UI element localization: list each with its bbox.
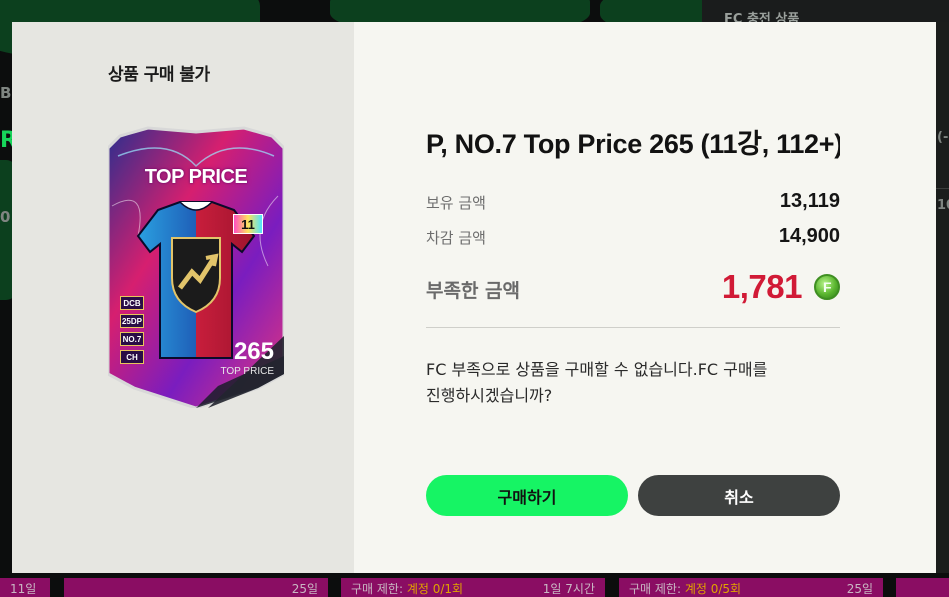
shortage-amount-number: 1,781 [721,268,803,305]
card-badge: CH [120,350,144,364]
bg-product-cell: 11일 [0,578,50,597]
owned-amount-value: 13,119 [779,190,840,212]
bg-product-cell: 구매 제한: 계정 0/5회 25일 [619,578,883,597]
bg-cell-text: 구매 제한: [351,582,407,596]
bg-cell-text: 구매 제한: [629,582,685,596]
modal-title: 상품 구매 불가 [108,65,210,85]
bg-edge-text: B [0,84,12,102]
bg-edge-text: 10 [937,198,949,213]
bg-product-cell: 25일 [64,578,328,597]
bg-edge-text: (- [937,130,949,145]
card-badges: DCB 25DP NO.7 CH [120,296,144,368]
product-name: P, NO.7 Top Price 265 (11강, 112+) [426,129,840,159]
bg-divider [936,188,949,189]
buy-button[interactable]: 구매하기 [426,475,628,516]
card-title: TOP PRICE [144,166,248,188]
card-badge: NO.7 [120,332,144,346]
modal-right-pane: P, NO.7 Top Price 265 (11강, 112+) 보유 금액 … [354,22,936,573]
bg-fc-charge-label: FC 충전 상품 [702,0,949,27]
deduct-amount-label: 차감 금액 [426,229,486,247]
owned-amount-label: 보유 금액 [426,194,486,212]
deduct-amount-value: 14,900 [778,225,840,247]
bg-cell-time: 25일 [291,582,318,596]
modal-message-line: FC 부족으로 상품을 구매할 수 없습니다.FC 구매를 [426,360,768,379]
card-badge: DCB [120,296,144,310]
bg-product-row: 11일 25일 구매 제한: 계정 0/1회 1일 7시간 구매 제한: 계정 … [0,578,949,597]
bg-cell-time: 25일 [846,582,873,596]
modal-divider [426,327,840,328]
bg-cell-time: 1일 7시간 [542,582,595,596]
bg-cell-limit: 계정 0/5회 [684,582,742,596]
card-badge: 25DP [120,314,144,328]
bg-cell-limit: 계정 0/1회 [406,582,464,596]
bg-right-strip [936,22,949,573]
bg-cell-text: 11일 [10,582,37,596]
shortage-amount-label: 부족한 금액 [426,280,521,302]
purchase-unavailable-modal: 상품 구매 불가 TOP PRICE 11 DCB 25DP NO.7 CH 2… [12,22,936,573]
shortage-amount-value: 1,781 F [722,268,840,306]
bg-edge-text: 0 [0,208,11,226]
fc-coin-icon: F [814,274,840,300]
bg-product-cell [896,578,949,597]
modal-message-line: 진행하시겠습니까? [426,386,553,405]
card-subtitle: TOP PRICE [220,366,274,377]
modal-left-pane: 상품 구매 불가 TOP PRICE 11 DCB 25DP NO.7 CH 2… [12,22,354,573]
card-ovr: 265 [233,338,274,365]
bg-product-cell: 구매 제한: 계정 0/1회 1일 7시간 [341,578,605,597]
card-upgrade-number: 11 [233,214,263,234]
player-card: TOP PRICE 11 DCB 25DP NO.7 CH 265 TOP PR… [108,126,284,408]
modal-message: FC 부족으로 상품을 구매할 수 없습니다.FC 구매를 진행하시겠습니까? [426,357,826,409]
cancel-button[interactable]: 취소 [638,475,840,516]
